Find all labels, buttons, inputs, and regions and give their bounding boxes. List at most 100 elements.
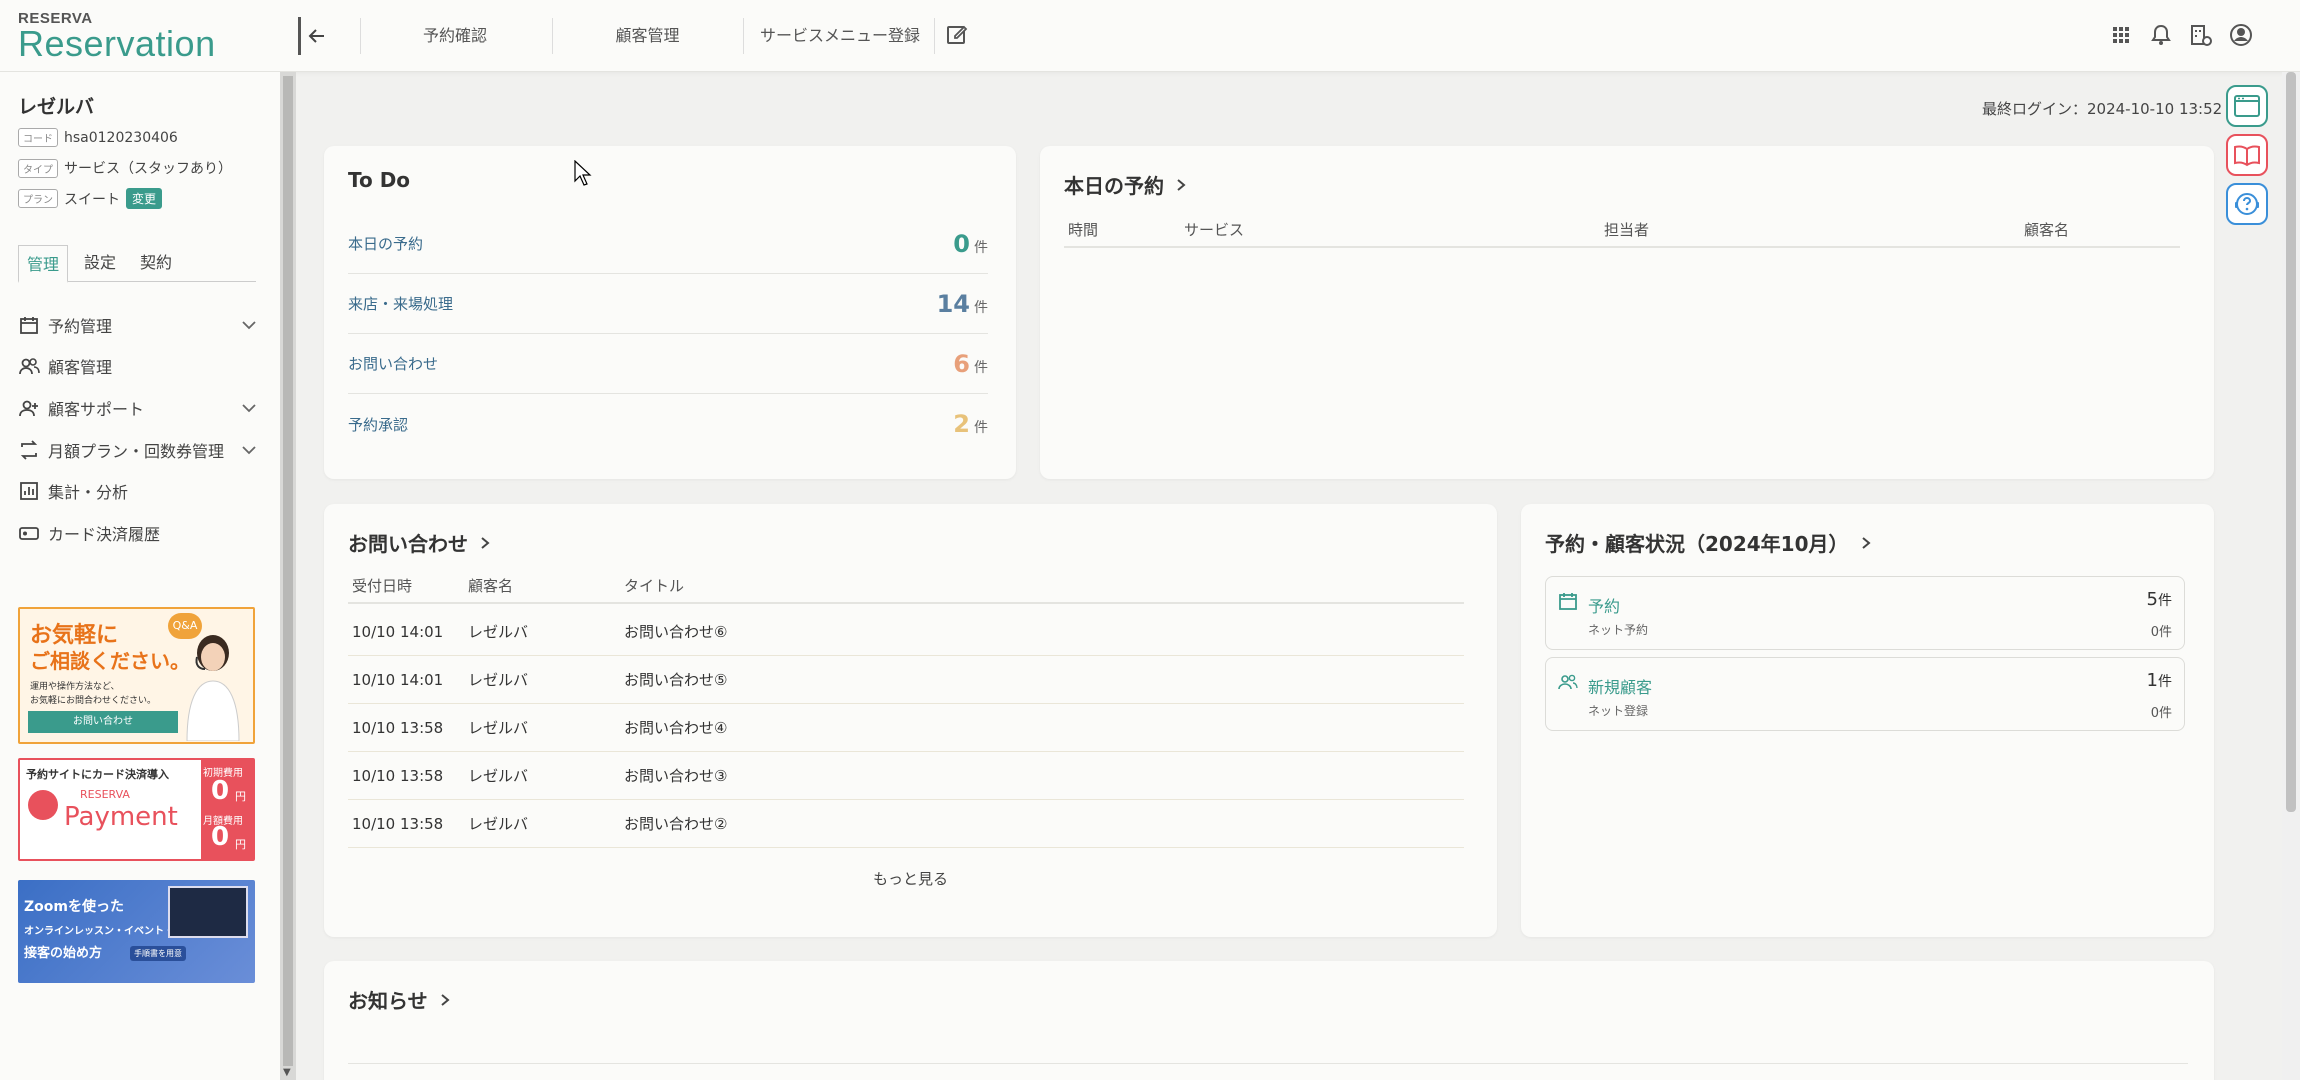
cell-date: 10/10 14:01 <box>352 622 444 641</box>
status-title: 予約・顧客状況（2024年10月） <box>1545 532 1849 556</box>
sidebar-scrollbar[interactable]: ▼ <box>280 72 296 1080</box>
todo-row-approval[interactable]: 予約承認 2件 <box>348 394 988 454</box>
payment-brand-small: RESERVA <box>80 788 130 801</box>
sidebar-item-label: 月額プラン・回数券管理 <box>48 442 225 461</box>
news-title-link[interactable]: お知らせ <box>348 985 452 1014</box>
inquiries-card: お問い合わせ 受付日時 顧客名 タイトル 10/10 14:01 レゼルバ お問… <box>324 504 1497 937</box>
table-row[interactable]: 10/10 13:58 レゼルバ お問い合わせ③ <box>348 752 1464 800</box>
sidebar-item-label: カード決済履歴 <box>48 525 161 544</box>
main-scroll-thumb[interactable] <box>2286 72 2296 812</box>
status-sub: ネット予約 <box>1588 623 1649 637</box>
todo-row-visit-processing[interactable]: 来店・来場処理 14 件 <box>348 274 988 334</box>
payment-banner[interactable]: 予約サイトにカード決済導入 RESERVA Payment 初期費用 0 円 月… <box>18 758 255 861</box>
zoom-banner[interactable]: Zoomを使った オンラインレッスン・イベント・ 接客の始め方 手順書を用意 <box>18 880 255 983</box>
status-unit: 件 <box>2158 674 2172 690</box>
todo-label: 本日の予約 <box>348 235 424 253</box>
cell-title: お問い合わせ③ <box>624 767 728 785</box>
sidebar-item-label: 集計・分析 <box>48 483 129 502</box>
table-row[interactable]: 10/10 14:01 レゼルバ お問い合わせ⑤ <box>348 656 1464 704</box>
payment-logo-icon <box>28 790 58 820</box>
sidebar-item-reservation-management[interactable]: 予約管理 <box>18 309 258 341</box>
sidebar-item-card-history[interactable]: カード決済履歴 <box>18 517 258 549</box>
status-value: 5 <box>2146 589 2158 610</box>
tab-management[interactable]: 管理 <box>18 245 69 283</box>
collapse-sidebar-button[interactable] <box>298 17 332 55</box>
plan-value: スイート <box>64 191 120 208</box>
inquiries-title-link[interactable]: お問い合わせ <box>348 528 492 557</box>
logo-big-text: Reservation <box>18 23 216 64</box>
bell-icon[interactable] <box>2148 22 2174 48</box>
cell-customer: レゼルバ <box>468 815 529 833</box>
edit-icon[interactable] <box>945 22 969 46</box>
operator-illustration <box>186 635 240 741</box>
status-box-new-customers[interactable]: 新規顧客 ネット登録 1件 0件 <box>1545 657 2185 731</box>
tab-contract[interactable]: 契約 <box>132 244 180 282</box>
nav-reservation-check[interactable]: 予約確認 <box>370 18 540 54</box>
cell-customer: レゼルバ <box>468 671 529 689</box>
web-page-button[interactable] <box>2226 85 2268 127</box>
col-service: サービス <box>1184 220 1245 239</box>
zoom-screen-image <box>168 886 248 938</box>
zoom-line2: オンラインレッスン・イベント・ <box>24 926 174 937</box>
help-button[interactable] <box>2226 183 2268 225</box>
sidebar-item-customer-support[interactable]: 顧客サポート <box>18 392 258 424</box>
show-more-link[interactable]: もっと見る <box>324 868 1497 889</box>
chevron-right-icon <box>440 993 450 1006</box>
sidebar-item-customer-management[interactable]: 顧客管理 <box>18 350 258 382</box>
account-icon[interactable] <box>2228 22 2254 48</box>
status-title-link[interactable]: 予約・顧客状況（2024年10月） <box>1545 528 1873 557</box>
sidebar-item-analytics[interactable]: 集計・分析 <box>18 475 258 507</box>
todo-row-inquiries[interactable]: お問い合わせ 6件 <box>348 334 988 394</box>
today-reservations-card: 本日の予約 時間 サービス 担当者 顧客名 <box>1040 146 2214 479</box>
calendar-icon <box>20 317 38 334</box>
fee-panel: 初期費用 0 円 月額費用 0 円 <box>201 760 253 859</box>
chevron-right-icon <box>1861 536 1871 549</box>
chevron-right-icon <box>481 536 490 549</box>
card-icon <box>19 527 39 540</box>
building-settings-icon[interactable] <box>2188 22 2214 48</box>
sidebar-scroll-thumb[interactable] <box>283 76 293 1066</box>
status-box-reservations[interactable]: 予約 ネット予約 5件 0件 <box>1545 576 2185 650</box>
todo-count: 6 <box>953 349 970 378</box>
fee1-value: 0 <box>211 776 230 806</box>
scroll-down-arrow-icon[interactable]: ▼ <box>283 1067 291 1078</box>
table-row[interactable]: 10/10 13:58 レゼルバ お問い合わせ② <box>348 800 1464 848</box>
col-staff: 担当者 <box>1604 220 1650 239</box>
arrow-left-icon <box>308 29 324 43</box>
change-plan-button[interactable]: 変更 <box>126 188 163 209</box>
today-title-link[interactable]: 本日の予約 <box>1064 170 1188 199</box>
nav-service-menu[interactable]: サービスメニュー登録 <box>750 18 930 54</box>
logo[interactable]: RESERVA Reservation <box>18 10 216 65</box>
manual-button[interactable] <box>2226 134 2268 176</box>
grid-apps-icon[interactable] <box>2108 22 2134 48</box>
book-icon <box>2234 145 2260 167</box>
nav-separator <box>360 18 361 54</box>
zoom-line1: Zoomを使った <box>24 899 124 915</box>
banner-text1: 運用や操作方法など、 <box>30 682 120 692</box>
cell-title: お問い合わせ② <box>624 815 728 833</box>
tab-settings[interactable]: 設定 <box>76 244 124 282</box>
header: RESERVA Reservation 予約確認 顧客管理 サービスメニュー登録 <box>0 0 2300 72</box>
payment-brand: Payment <box>64 802 178 832</box>
todo-unit: 件 <box>974 359 988 376</box>
fee2-value: 0 <box>211 822 230 852</box>
nav-customer-management[interactable]: 顧客管理 <box>560 18 735 54</box>
payment-head: 予約サイトにカード決済導入 <box>26 768 169 781</box>
main-scrollbar[interactable] <box>2282 72 2300 1080</box>
shop-code-row: コード hsa0120230406 <box>18 128 178 147</box>
cell-date: 10/10 13:58 <box>352 766 444 785</box>
todo-unit: 件 <box>974 239 988 256</box>
table-row[interactable]: 10/10 13:58 レゼルバ お問い合わせ④ <box>348 704 1464 752</box>
status-value-wrap: 5件 <box>2147 589 2172 610</box>
contact-banner[interactable]: お気軽に ご相談ください。 Q&A 運用や操作方法など、 お気軽にお問合わせくだ… <box>18 607 255 744</box>
todo-row-today-reservations[interactable]: 本日の予約 0件 <box>348 214 988 274</box>
banner-line2: ご相談ください。 <box>30 649 190 673</box>
chevron-down-icon <box>242 404 256 413</box>
sidebar-item-label: 予約管理 <box>48 317 113 336</box>
todo-label: 予約承認 <box>348 415 409 434</box>
table-row[interactable]: 10/10 14:01 レゼルバ お問い合わせ⑥ <box>348 608 1464 656</box>
sidebar-item-monthly-plan[interactable]: 月額プラン・回数券管理 <box>18 434 258 466</box>
banner-contact-button[interactable]: お問い合わせ <box>28 711 178 733</box>
sidebar-item-label: 顧客管理 <box>48 358 113 377</box>
chevron-down-icon <box>242 446 256 455</box>
